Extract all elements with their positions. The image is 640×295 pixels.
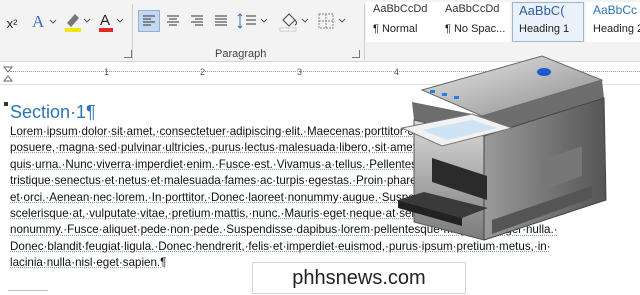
shading-button[interactable] bbox=[276, 10, 312, 32]
style-preview: AaBbCcDd bbox=[373, 3, 428, 15]
text-effects-button[interactable]: A bbox=[28, 10, 58, 32]
font-color-icon: A bbox=[99, 12, 124, 32]
superscript-button[interactable]: x² bbox=[2, 12, 22, 34]
paragraph-mark-bullet bbox=[4, 102, 8, 106]
style-preview: AaBbC( bbox=[519, 3, 565, 18]
separator bbox=[132, 4, 133, 60]
svg-text:A: A bbox=[100, 12, 110, 29]
superscript-label: x² bbox=[6, 15, 18, 31]
paint-bucket-icon bbox=[279, 13, 309, 32]
separator bbox=[364, 4, 365, 60]
style-name: Heading 2 bbox=[593, 23, 640, 35]
printer-icon bbox=[398, 55, 607, 241]
site-watermark: phhsnews.com bbox=[252, 262, 466, 294]
style-name: ¶ No Spac... bbox=[445, 23, 506, 35]
align-left-button[interactable] bbox=[138, 10, 160, 32]
align-center-icon bbox=[167, 15, 179, 26]
line-spacing-icon bbox=[237, 13, 268, 29]
style-name: Heading 1 bbox=[519, 23, 570, 35]
text-effects-icon: A bbox=[32, 12, 57, 31]
paragraph-group-label: Paragraph bbox=[215, 48, 267, 60]
align-right-button[interactable] bbox=[186, 10, 208, 32]
font-group-launcher[interactable] bbox=[124, 50, 132, 58]
style-name: ¶ Normal bbox=[373, 23, 418, 35]
style-heading-2[interactable]: AaBbCc Heading 2 bbox=[586, 2, 640, 42]
borders-button[interactable] bbox=[316, 10, 350, 32]
section-heading[interactable]: Section·1¶ bbox=[10, 102, 96, 123]
highlighter-icon bbox=[65, 14, 91, 32]
justify-icon bbox=[215, 15, 227, 26]
highlight-color-button[interactable] bbox=[62, 10, 92, 32]
borders-icon bbox=[318, 13, 346, 29]
divider bbox=[8, 290, 48, 291]
align-right-icon bbox=[191, 15, 203, 26]
style-preview: AaBbCc bbox=[593, 3, 638, 17]
line-spacing-button[interactable] bbox=[236, 10, 270, 32]
justify-button[interactable] bbox=[210, 10, 232, 32]
ruler-number: 1 bbox=[104, 67, 110, 77]
font-color-button[interactable]: A bbox=[96, 10, 126, 32]
align-left-icon bbox=[143, 15, 155, 26]
style-no-spacing[interactable]: AaBbCcDd ¶ No Spac... bbox=[438, 2, 510, 42]
style-preview: AaBbCcDd bbox=[445, 3, 500, 15]
align-center-button[interactable] bbox=[162, 10, 184, 32]
style-heading-1[interactable]: AaBbC( Heading 1 bbox=[512, 2, 584, 42]
ruler-number: 3 bbox=[297, 67, 303, 77]
svg-text:A: A bbox=[32, 12, 45, 31]
ruler-number: 2 bbox=[200, 67, 206, 77]
style-normal[interactable]: AaBbCcDd ¶ Normal bbox=[366, 2, 438, 42]
paragraph-group-launcher[interactable] bbox=[352, 50, 360, 58]
